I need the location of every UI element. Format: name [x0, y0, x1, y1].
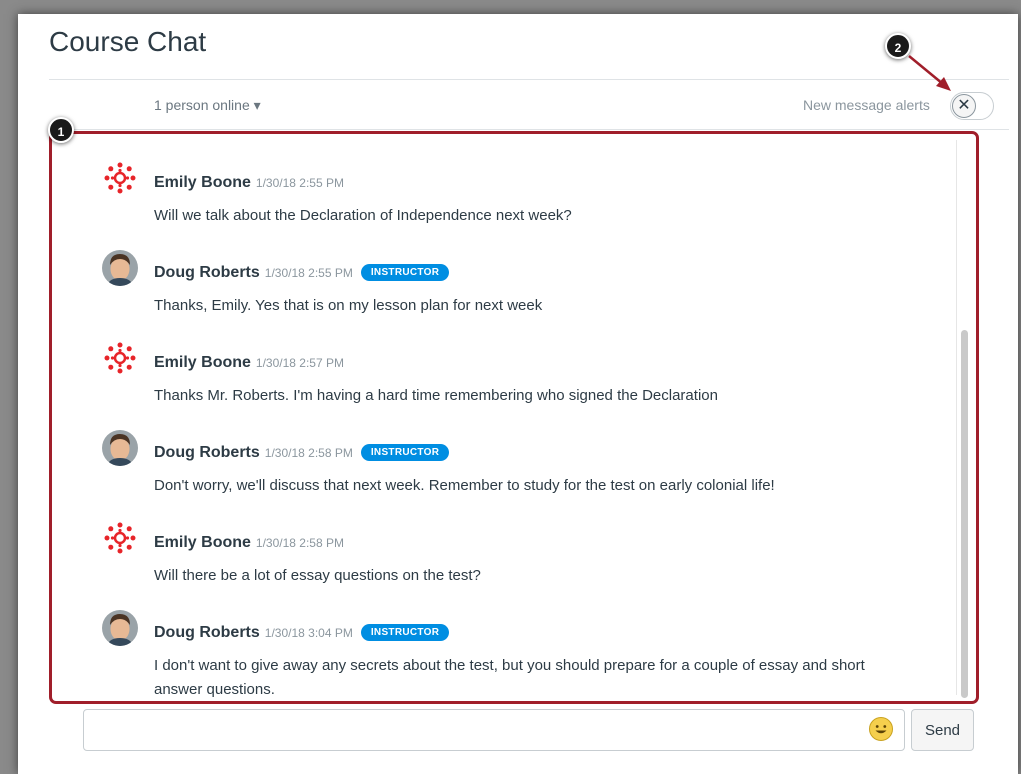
canvas-logo-icon — [102, 160, 138, 196]
message-author[interactable]: Emily Boone — [154, 354, 251, 371]
message-author[interactable]: Emily Boone — [154, 534, 251, 551]
message-timestamp: 1/30/18 3:04 PM — [264, 626, 353, 640]
scrollbar-thumb[interactable] — [961, 330, 968, 698]
smiley-emoji-icon[interactable] — [868, 716, 894, 742]
online-status-label: 1 person online — [154, 97, 250, 113]
new-message-alerts-label: New message alerts — [803, 97, 930, 113]
instructor-badge: INSTRUCTOR — [360, 264, 450, 281]
instructor-badge: INSTRUCTOR — [360, 444, 450, 461]
message-text: Will we talk about the Declaration of In… — [154, 207, 572, 224]
message-text: I don't want to give away any secrets ab… — [154, 657, 865, 674]
user-avatar — [102, 610, 138, 646]
header-divider — [49, 79, 1009, 80]
user-avatar — [102, 250, 138, 286]
message-timestamp: 1/30/18 2:57 PM — [255, 356, 344, 370]
canvas-logo-icon — [102, 340, 138, 376]
page-title: Course Chat — [49, 26, 207, 57]
user-avatar — [102, 430, 138, 466]
message-text: Don't worry, we'll discuss that next wee… — [154, 477, 775, 494]
scrollbar[interactable] — [956, 140, 970, 698]
online-status-dropdown[interactable]: 1 person online ▾ — [154, 97, 261, 114]
send-button[interactable]: Send — [911, 709, 974, 751]
message-author[interactable]: Doug Roberts — [154, 444, 260, 461]
instructor-badge: INSTRUCTOR — [360, 624, 450, 641]
message-timestamp: 1/30/18 2:58 PM — [264, 446, 353, 460]
message-author[interactable]: Emily Boone — [154, 174, 251, 191]
message-text: Thanks, Emily. Yes that is on my lesson … — [154, 297, 543, 314]
new-message-alerts-toggle[interactable]: ✕ — [950, 92, 994, 120]
message-text: Will there be a lot of essay questions o… — [154, 567, 481, 584]
message-timestamp: 1/30/18 2:58 PM — [255, 536, 344, 550]
canvas-logo-icon — [102, 520, 138, 556]
message-text: answer questions. — [154, 681, 275, 698]
message-list: Emily Boone 1/30/18 2:55 PM Will we talk … — [49, 131, 979, 704]
message-timestamp: 1/30/18 2:55 PM — [264, 266, 353, 280]
callout-badge: 1 — [48, 117, 74, 143]
message-author[interactable]: Doug Roberts — [154, 264, 260, 281]
message-input[interactable] — [94, 718, 858, 744]
callout-arrow-icon — [908, 55, 951, 91]
chevron-down-icon: ▾ — [253, 97, 261, 113]
message-composer — [83, 709, 905, 751]
close-icon: ✕ — [952, 94, 976, 118]
message-text: Thanks Mr. Roberts. I'm having a hard ti… — [154, 387, 718, 404]
message-author[interactable]: Doug Roberts — [154, 624, 260, 641]
message-timestamp: 1/30/18 2:55 PM — [255, 176, 344, 190]
toolbar-divider — [49, 129, 1009, 130]
